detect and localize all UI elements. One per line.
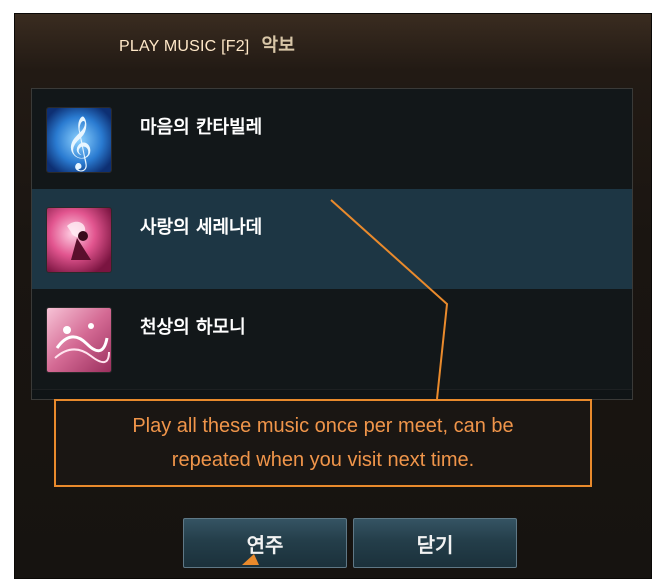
list-item[interactable]: 𝄞 마음의 칸타빌레 (32, 89, 632, 190)
close-button[interactable]: 닫기 (353, 518, 517, 568)
song-name: 마음의 칸타빌레 (140, 117, 263, 138)
annotation-note: Play all these music once per meet, can … (54, 399, 592, 487)
serenade-icon (46, 207, 112, 273)
play-button[interactable]: 연주 (183, 518, 347, 568)
play-music-window: PLAY MUSIC [F2] 악보 𝄞 마음의 칸타빌레 사랑의 세레나데 천… (14, 13, 652, 579)
treble-clef-icon: 𝄞 (46, 107, 112, 173)
song-list: 𝄞 마음의 칸타빌레 사랑의 세레나데 천상의 하모니 (31, 88, 633, 400)
annotation-text: Play all these music once per meet, can … (132, 415, 514, 471)
song-name: 천상의 하모니 (140, 317, 246, 338)
window-title-korean: 악보 (261, 35, 295, 55)
svg-text:𝄞: 𝄞 (65, 115, 92, 171)
window-title-text: PLAY MUSIC [F2] (119, 38, 250, 55)
song-name: 사랑의 세레나데 (140, 217, 263, 238)
list-item[interactable]: 천상의 하모니 (32, 289, 632, 390)
harmony-icon (46, 307, 112, 373)
window-title: PLAY MUSIC [F2] 악보 (119, 31, 295, 57)
list-item-selected[interactable]: 사랑의 세레나데 (32, 189, 632, 290)
